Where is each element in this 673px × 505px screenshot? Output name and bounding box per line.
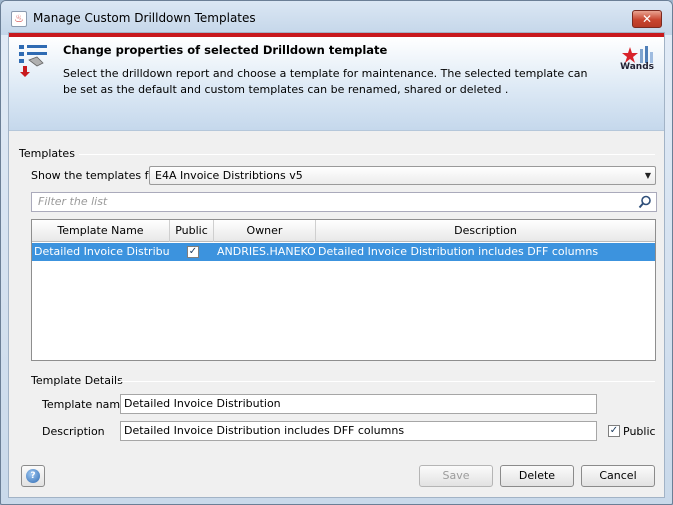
column-header-template-name[interactable]: Template Name xyxy=(32,220,170,242)
chevron-down-icon[interactable]: ▼ xyxy=(645,167,651,184)
templates-table: Template Name Public Owner Description D… xyxy=(31,219,656,361)
cancel-button[interactable]: Cancel xyxy=(581,465,655,487)
cell-description: Detailed Invoice Distribution includes D… xyxy=(318,245,599,258)
templates-section-label: Templates xyxy=(19,147,75,160)
window-title: Manage Custom Drilldown Templates xyxy=(33,11,256,25)
filter-field[interactable] xyxy=(31,192,657,212)
delete-button[interactable]: Delete xyxy=(500,465,574,487)
public-checkbox-label: Public xyxy=(623,425,656,438)
wands-logo-text: Wands xyxy=(620,62,654,72)
filter-input[interactable] xyxy=(36,194,626,209)
help-button[interactable]: ? xyxy=(21,465,45,487)
details-separator xyxy=(117,381,655,382)
dialog-content: Change properties of selected Drilldown … xyxy=(8,32,665,498)
description-label: Description xyxy=(42,425,105,438)
column-header-owner[interactable]: Owner xyxy=(214,220,316,242)
save-button[interactable]: Save xyxy=(419,465,493,487)
cell-owner: ANDRIES.HANEKOM xyxy=(217,245,315,258)
title-bar[interactable]: ♨ Manage Custom Drilldown Templates ✕ xyxy=(1,1,672,35)
table-header: Template Name Public Owner Description xyxy=(32,220,655,242)
show-templates-label: Show the templates for xyxy=(31,169,160,182)
public-checkbox[interactable]: ✓ xyxy=(608,425,620,437)
column-header-description[interactable]: Description xyxy=(316,220,655,242)
search-icon[interactable] xyxy=(638,195,652,209)
template-name-label: Template name xyxy=(42,398,127,411)
report-select-value: E4A Invoice Distribtions v5 xyxy=(155,169,303,182)
java-app-icon: ♨ xyxy=(11,11,27,27)
column-header-public[interactable]: Public xyxy=(170,220,214,242)
report-select[interactable]: E4A Invoice Distribtions v5 ▼ xyxy=(149,166,656,185)
table-row[interactable]: Detailed Invoice Distribution ✓ ANDRIES.… xyxy=(32,243,655,261)
cell-template-name: Detailed Invoice Distribution xyxy=(34,245,170,258)
row-public-checkbox[interactable]: ✓ xyxy=(187,246,199,258)
template-name-field[interactable]: Detailed Invoice Distribution xyxy=(120,394,597,414)
templates-separator xyxy=(79,154,655,155)
template-details-section-label: Template Details xyxy=(31,374,123,387)
help-icon: ? xyxy=(26,469,40,483)
dialog-window: ♨ Manage Custom Drilldown Templates ✕ Ch… xyxy=(0,0,673,505)
description-field[interactable]: Detailed Invoice Distribution includes D… xyxy=(120,421,597,441)
drilldown-template-icon xyxy=(19,45,47,77)
header-description: Select the drilldown report and choose a… xyxy=(63,67,588,96)
header-title: Change properties of selected Drilldown … xyxy=(63,43,388,57)
dialog-header: Change properties of selected Drilldown … xyxy=(9,33,664,131)
close-button[interactable]: ✕ xyxy=(632,10,662,28)
